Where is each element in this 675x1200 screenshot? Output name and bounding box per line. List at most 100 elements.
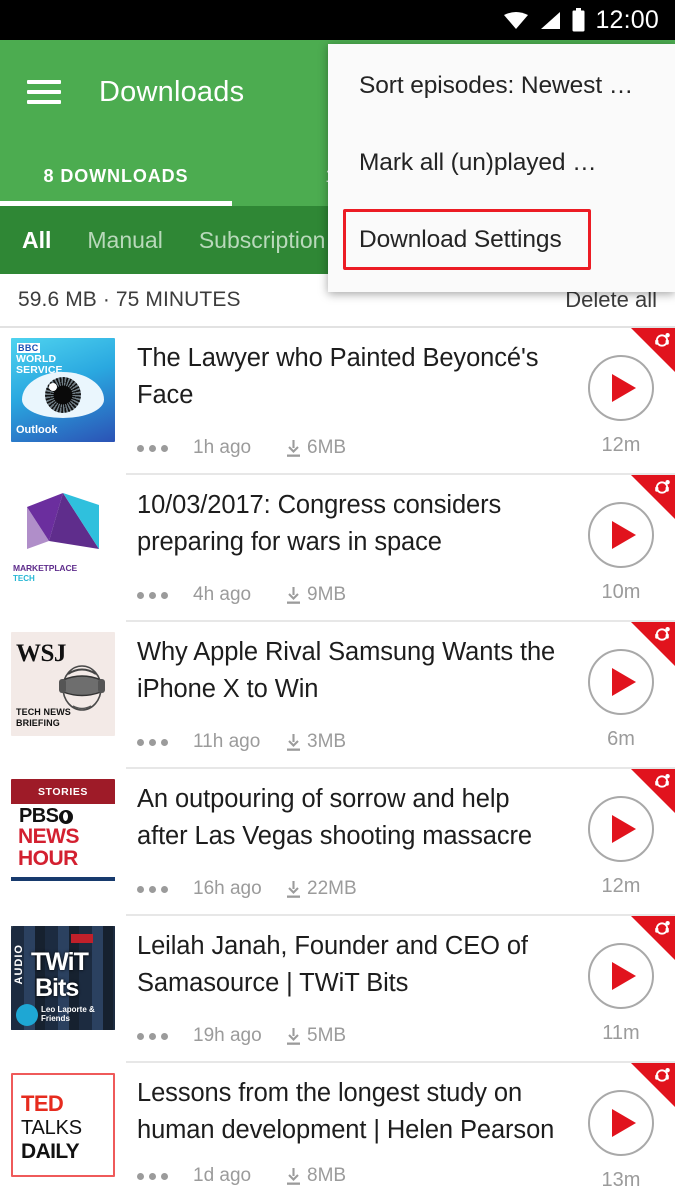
twit-badge-icon <box>16 1004 38 1026</box>
episode-age: 16h ago <box>193 878 262 899</box>
artwork-text: BBC <box>17 343 40 353</box>
hamburger-icon[interactable] <box>27 80 61 104</box>
download-icon <box>285 1027 302 1046</box>
artwork-text: Bits <box>35 974 79 1002</box>
menu-item-sort-episodes[interactable]: Sort episodes: Newest … <box>328 47 675 124</box>
episode-age: 4h ago <box>193 584 252 605</box>
overflow-menu-icon[interactable] <box>137 444 183 452</box>
episode-duration: 10m <box>601 581 641 603</box>
menu-item-label: Download Settings <box>359 225 562 253</box>
status-bar: 12:00 <box>0 0 675 40</box>
list-item[interactable]: BBC WORLD SERVICE Outlook The Lawyer who… <box>0 328 675 473</box>
downloaded-ribbon-badge <box>631 622 675 666</box>
play-icon <box>612 521 636 549</box>
download-icon <box>285 1167 302 1186</box>
play-icon <box>612 668 636 696</box>
artwork-accent <box>71 934 93 943</box>
podcast-artwork: BBC WORLD SERVICE Outlook <box>11 338 115 442</box>
downloaded-ribbon-badge <box>631 328 675 372</box>
episode-list: BBC WORLD SERVICE Outlook The Lawyer who… <box>0 328 675 1193</box>
download-icon <box>285 880 302 899</box>
filter-manual[interactable]: Manual <box>87 227 162 254</box>
play-icon <box>612 962 636 990</box>
battery-icon <box>571 8 586 32</box>
list-item[interactable]: AUDIO TWiT Bits Leo Laporte & Friends Le… <box>0 916 675 1061</box>
overflow-menu-icon[interactable] <box>137 885 183 893</box>
podcast-artwork: STORIES PBS NEWS HOUR <box>11 779 115 883</box>
podcast-artwork: AUDIO TWiT Bits Leo Laporte & Friends <box>11 926 115 1030</box>
artwork-text: Outlook <box>16 424 58 436</box>
tab-downloads[interactable]: 8 DOWNLOADS <box>0 164 232 187</box>
play-icon <box>612 374 636 402</box>
downloaded-ribbon-badge <box>631 916 675 960</box>
headphones-icon <box>654 920 671 937</box>
downloads-stats: 59.6 MB · 75 MINUTES <box>18 288 241 311</box>
download-icon <box>285 733 302 752</box>
artwork-text: AUDIO <box>13 944 25 985</box>
episode-size: 8MB <box>285 1165 346 1187</box>
list-item[interactable]: WSJ TECH NEWS BRIEFING Why Apple Rival S… <box>0 622 675 767</box>
list-item[interactable]: STORIES PBS NEWS HOUR An outpouring of s… <box>0 769 675 914</box>
overflow-menu-icon[interactable] <box>137 738 183 746</box>
signal-icon <box>538 11 562 30</box>
episode-size: 22MB <box>285 878 357 900</box>
artwork-text: NEWS <box>18 825 80 848</box>
episode-title: Why Apple Rival Samsung Wants the iPhone… <box>137 638 556 704</box>
episode-duration: 11m <box>602 1022 640 1044</box>
pbs-head-icon <box>59 809 74 824</box>
episode-meta: 1d ago 8MB <box>137 1165 346 1187</box>
episode-size: 9MB <box>285 584 346 606</box>
filter-subscription[interactable]: Subscription <box>199 227 326 254</box>
overflow-menu-icon[interactable] <box>137 591 183 599</box>
artwork-text: BRIEFING <box>16 718 60 728</box>
headphones-icon <box>654 479 671 496</box>
episode-meta: 11h ago 3MB <box>137 731 346 753</box>
episode-size-text: 22MB <box>307 878 357 899</box>
artwork-text: TECH NEWS <box>16 707 71 717</box>
podcast-artwork: TED TALKS DAILY <box>11 1073 115 1177</box>
wifi-icon <box>503 11 529 30</box>
episode-title: 10/03/2017: Congress considers preparing… <box>137 491 502 557</box>
overflow-menu-icon[interactable] <box>137 1032 183 1040</box>
podcast-artwork: MARKETPLACE TECH <box>11 485 115 589</box>
episode-title: The Lawyer who Painted Beyoncé's Face <box>137 344 539 410</box>
list-item[interactable]: MARKETPLACE TECH 10/03/2017: Congress co… <box>0 475 675 620</box>
list-item[interactable]: TED TALKS DAILY Lessons from the longest… <box>0 1063 675 1193</box>
episode-duration: 12m <box>601 875 641 897</box>
artwork-text: TALKS <box>21 1117 82 1139</box>
episode-duration: 13m <box>601 1169 641 1191</box>
artwork-text: TED <box>21 1091 64 1116</box>
episode-size-text: 9MB <box>307 584 347 605</box>
overflow-popup-menu: Sort episodes: Newest … Mark all (un)pla… <box>328 44 675 292</box>
downloaded-ribbon-badge <box>631 769 675 813</box>
episode-size-text: 3MB <box>307 731 347 752</box>
episode-age: 1d ago <box>193 1165 252 1186</box>
artwork-text: MARKETPLACE <box>13 563 78 573</box>
episode-age: 11h ago <box>193 731 261 752</box>
episode-meta: 4h ago 9MB <box>137 584 346 606</box>
headphones-icon <box>654 773 671 790</box>
page-title: Downloads <box>99 75 245 108</box>
podcast-artwork: WSJ TECH NEWS BRIEFING <box>11 632 115 736</box>
episode-title: Lessons from the longest study on human … <box>137 1079 555 1145</box>
episode-meta: 19h ago 5MB <box>137 1025 346 1047</box>
episode-size: 6MB <box>285 437 346 459</box>
episode-title: Leilah Janah, Founder and CEO of Samasou… <box>137 932 528 998</box>
menu-item-mark-all-played[interactable]: Mark all (un)played … <box>328 124 675 201</box>
filter-all[interactable]: All <box>22 227 51 254</box>
episode-size-text: 8MB <box>307 1165 347 1186</box>
artwork-text: Leo Laporte & Friends <box>41 1005 95 1023</box>
episode-duration: 6m <box>607 728 635 750</box>
menu-item-download-settings[interactable]: Download Settings <box>328 201 675 278</box>
status-bar-clock: 12:00 <box>595 5 659 34</box>
glint-shape <box>49 383 57 391</box>
episode-size-text: 5MB <box>307 1025 347 1046</box>
episode-size: 5MB <box>285 1025 346 1047</box>
downloaded-ribbon-badge <box>631 1063 675 1107</box>
artwork-text: STORIES <box>11 779 115 804</box>
episode-duration: 12m <box>601 434 641 456</box>
overflow-menu-icon[interactable] <box>137 1172 183 1180</box>
episode-age: 1h ago <box>193 437 252 458</box>
artwork-text: DAILY <box>21 1140 80 1163</box>
artwork-text: TWiT <box>31 948 89 976</box>
